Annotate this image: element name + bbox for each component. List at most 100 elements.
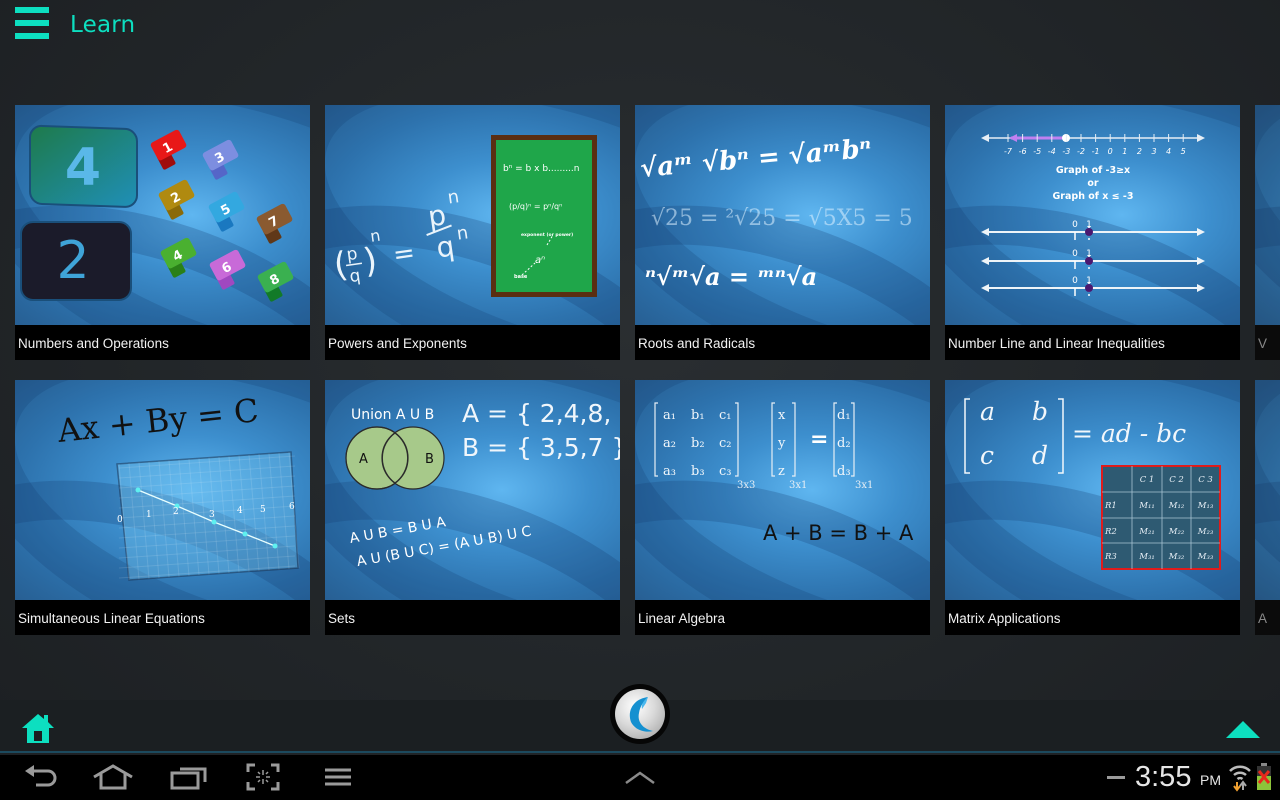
matrix-cell: a₃ [663,464,676,479]
topic-tile-sets[interactable]: Union A U B A B A = { 2,4,8, } B = { 3,5… [325,380,620,635]
recent-apps-icon[interactable] [170,763,208,791]
matrix-cell: b₁ [691,408,705,423]
chevron-up-icon[interactable] [624,763,656,791]
svg-text:n: n [455,222,469,244]
table-cell: M₁₂ [1168,501,1185,511]
hamburger-menu-icon[interactable] [15,7,49,39]
svg-text:base: base [514,274,528,280]
axis-label: 3 [209,510,215,520]
topic-tile-powers-and-exponents[interactable]: ( p q ) n = p n q n bⁿ = b x b.........n [325,105,620,360]
table-cell: M₂₁ [1138,527,1155,537]
tile-caption: Numbers and Operations [15,325,310,360]
axis-label: 6 [289,502,295,512]
svg-text:3x1: 3x1 [855,480,873,491]
svg-text:3x3: 3x3 [737,480,755,491]
matrix-cell: a₂ [663,436,676,451]
tile-caption: A [1255,600,1280,635]
tick-label: 2 [1137,147,1142,156]
bottom-app-bar [0,684,1280,753]
tile-illustration: Ax + By = C 0 1 2 3 4 5 6 [15,380,310,600]
tile-caption: Powers and Exponents [325,325,620,360]
table-cell: C 3 [1198,475,1213,485]
vector-cell: d₃ [837,464,851,479]
radical-formula-1: √aᵐ √bⁿ = √aᵐbⁿ [639,134,873,184]
set-b-definition: B = { 3,5,7 } [462,433,620,462]
screenshot-icon[interactable] [246,763,280,791]
wifi-icon [1229,765,1251,792]
clock-time: 3:55 [1135,761,1192,793]
topic-tile-linear-algebra[interactable]: a₁ b₁ c₁ a₂ b₂ c₂ a₃ b₃ c₃ x y z d₁ d₂ d₃ = 3x3 3x1 3x… [635,380,930,635]
big-card-4-text: 4 [65,138,101,198]
menu-icon[interactable] [324,763,352,791]
tile-caption: V [1255,325,1280,360]
numbers-illustration: 4 2 13257468 [20,124,294,302]
topic-tile-numbers-and-operations[interactable]: 4 2 13257468 Numbers and Operations [15,105,310,360]
battery-icon [1257,763,1271,790]
home-icon[interactable] [92,763,134,791]
svg-text:(p/q)ⁿ = pⁿ/qⁿ: (p/q)ⁿ = pⁿ/qⁿ [509,202,562,211]
table-cell: M₁₃ [1197,501,1214,511]
svg-text:c: c [980,441,994,470]
table-cell: M₂₃ [1197,527,1214,537]
tick-label: -7 [1004,147,1013,156]
tile-illustration [1255,380,1280,600]
topic-tile-simultaneous-linear-equations[interactable]: Ax + By = C 0 1 2 3 4 5 6 Simultaneous Linear … [15,380,310,635]
topic-tile-roots-and-radicals[interactable]: √aᵐ √bⁿ = √aᵐbⁿ √25 = ²√25 = √5X5 = 5 ⁿ√… [635,105,930,360]
line-label: 0 [1072,249,1078,259]
vector-cell: z [778,464,785,479]
topic-tile-number-line[interactable]: -7 -6 -5 -4 -3 -2 -1 0 1 2 3 4 5 Graph of -3≥x or Gr… [945,105,1240,360]
matrix-cell: c₂ [719,436,732,451]
svg-text:3x1: 3x1 [789,480,807,491]
tile-caption: Roots and Radicals [635,325,930,360]
tile-caption: Matrix Applications [945,600,1240,635]
table-cell: M₃₂ [1168,552,1185,562]
svg-text:n: n [446,186,460,208]
back-icon[interactable] [22,763,58,791]
table-cell: M₃₁ [1138,552,1155,562]
svg-text:=: = [391,238,417,271]
svg-text:= ad - bc: = ad - bc [1072,419,1186,448]
equation-text: Ax + By = C [55,391,260,450]
tick-label: -5 [1033,147,1041,156]
svg-text:Graph of -3≥x: Graph of -3≥x [1056,165,1130,176]
svg-text:): ) [361,240,380,281]
svg-text:Graph of x ≤ -3: Graph of x ≤ -3 [1053,191,1134,202]
number-tile-4: 4 [160,237,197,278]
radicals-illustration: √aᵐ √bⁿ = √aᵐbⁿ √25 = ²√25 = √5X5 = 5 ⁿ√… [639,134,913,291]
svg-text:n: n [369,226,382,246]
linear-algebra-illustration: a₁ b₁ c₁ a₂ b₂ c₂ a₃ b₃ c₃ xyz d₁ d₂ d₃ = 3x3 3x1 3x… [654,402,914,545]
number-tile-7: 7 [256,203,293,244]
tile-caption: Sets [325,600,620,635]
chalkboard [496,140,592,292]
svg-text:q: q [348,266,361,287]
tile-caption: Number Line and Linear Inequalities [945,325,1240,360]
svg-text:bⁿ = b x b.........n: bⁿ = b x b.........n [503,164,580,174]
home-icon[interactable] [20,712,56,744]
svg-text:exponent (or power): exponent (or power) [521,232,573,238]
matrix-cell: c₃ [719,464,732,479]
svg-text:q: q [434,229,456,264]
triangle-up-icon[interactable] [1226,721,1260,738]
matrix-illustration: a b c d = ad - bc C 1 C 2 C 3 R1 M₁₁ M₁₂ M₁₃ R2… [964,397,1221,570]
axis-label: 4 [237,506,243,516]
point-marker [1085,257,1093,265]
set-a-definition: A = { 2,4,8, } [462,399,620,428]
number-line-illustration: -7 -6 -5 -4 -3 -2 -1 0 1 2 3 4 5 Graph of -3≥x or Gr… [981,134,1205,296]
tile-illustration: 4 2 13257468 [15,105,310,325]
line-label: 0 [1072,276,1078,286]
topic-tile-peek[interactable]: A [1255,380,1280,635]
app-logo-icon[interactable] [610,684,670,744]
tile-illustration: Union A U B A B A = { 2,4,8, } B = { 3,5… [325,380,620,600]
svg-text:p: p [345,244,358,265]
topic-tile-matrix-applications[interactable]: a b c d = ad - bc C 1 C 2 C 3 R1 M₁₁ M₁₂ M₁₃ R2… [945,380,1240,635]
table-cell: M₁₁ [1138,501,1155,511]
system-navigation-bar: 3:55 PM [0,755,1280,800]
tick-label: 3 [1151,147,1156,156]
axis-label: 1 [146,510,152,520]
topic-tile-peek[interactable]: V [1255,105,1280,360]
point-marker [1085,284,1093,292]
svg-text:a: a [980,397,995,426]
tick-label: 0 [1108,147,1113,156]
tile-caption: Simultaneous Linear Equations [15,600,310,635]
tile-illustration: ( p q ) n = p n q n bⁿ = b x b.........n [325,105,620,325]
